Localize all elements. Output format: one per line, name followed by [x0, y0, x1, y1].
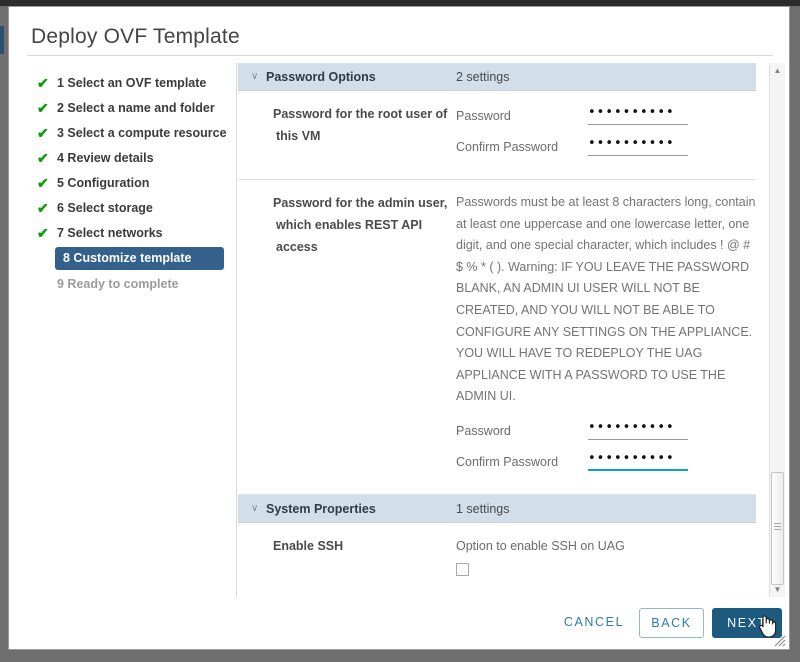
sidebar-item-label: 4 Review details — [57, 151, 154, 165]
password-masked-value: •••••••••• — [588, 136, 675, 151]
window-left-accent — [0, 26, 4, 54]
admin-confirm-password-input[interactable]: •••••••••• — [588, 451, 688, 471]
section-title: Password Options — [266, 70, 376, 84]
sidebar-item-label: 2 Select a name and folder — [57, 101, 215, 115]
sidebar-item-label: 9 Ready to complete — [57, 277, 179, 291]
sidebar-item-ready-to-complete[interactable]: 9 Ready to complete — [27, 273, 236, 295]
sidebar-item-label: 1 Select an OVF template — [57, 76, 207, 90]
sidebar-item-select-networks[interactable]: ✔ 7 Select networks — [27, 222, 236, 244]
password-field-label: Password — [456, 109, 511, 123]
screen-root: Deploy OVF Template ✔ 1 Select an OVF te… — [0, 0, 800, 662]
sidebar-item-select-storage[interactable]: ✔ 6 Select storage — [27, 197, 236, 219]
property-value: Passwords must be at least 8 characters … — [456, 192, 756, 482]
property-label: Enable SSH — [273, 538, 344, 553]
field-row-confirm-password: Confirm Password •••••••••• — [456, 451, 756, 472]
sidebar-item-select-ovf-template[interactable]: ✔ 1 Select an OVF template — [27, 72, 236, 94]
sidebar-item-select-compute-resource[interactable]: ✔ 3 Select a compute resource — [27, 122, 236, 144]
check-icon: ✔ — [37, 75, 49, 91]
scrollbar-thumb[interactable] — [771, 472, 784, 585]
property-label: Password for the admin user, which enabl… — [273, 196, 448, 254]
input-underline — [588, 155, 688, 156]
section-settings-count: 1 settings — [456, 501, 510, 516]
check-icon: ✔ — [37, 225, 49, 241]
input-underline-focused — [588, 468, 688, 471]
field-row-password: Password •••••••••• — [456, 420, 756, 441]
scrollbar-grip-icon — [774, 523, 781, 530]
property-label: Password for the root user of this VM — [273, 107, 448, 143]
sidebar-item-label: 6 Select storage — [57, 201, 153, 215]
sidebar-item-label: 8 Customize template — [63, 251, 192, 265]
sidebar-item-customize-template[interactable]: 8 Customize template — [55, 247, 224, 270]
field-row-password: Password •••••••••• — [456, 105, 756, 126]
scroll-down-arrow-icon[interactable]: ▼ — [770, 582, 785, 597]
section-settings-count: 2 settings — [456, 70, 510, 84]
cancel-button[interactable]: CANCEL — [555, 608, 633, 638]
property-row-root-password: Password for the root user of this VM Pa… — [238, 91, 756, 180]
input-underline — [588, 438, 688, 440]
scroll-up-arrow-icon[interactable]: ▲ — [770, 63, 785, 78]
dialog-footer: CANCEL BACK NEXT — [10, 598, 789, 649]
customize-template-panel: ∨ Password Options 2 settings Password f… — [238, 63, 773, 597]
check-icon: ✔ — [37, 200, 49, 216]
chevron-down-icon: ∨ — [251, 502, 259, 514]
property-value: Password •••••••••• Confirm Password •••… — [456, 103, 756, 167]
password-field-label: Password — [456, 423, 511, 438]
wizard-steps-nav: ✔ 1 Select an OVF template ✔ 2 Select a … — [27, 63, 237, 597]
resize-handle-icon[interactable] — [774, 635, 786, 647]
check-icon: ✔ — [37, 175, 49, 191]
admin-password-description: Passwords must be at least 8 characters … — [456, 195, 756, 404]
admin-password-fields: Password •••••••••• Confirm Password •••… — [456, 420, 756, 472]
section-header-password-options[interactable]: ∨ Password Options 2 settings — [238, 63, 756, 91]
root-confirm-password-input[interactable]: •••••••••• — [588, 136, 688, 156]
sidebar-item-label: 7 Select networks — [57, 226, 163, 240]
field-row-confirm-password: Confirm Password •••••••••• — [456, 136, 756, 157]
property-row-admin-password: Password for the admin user, which enabl… — [238, 180, 756, 495]
sidebar-item-configuration[interactable]: ✔ 5 Configuration — [27, 172, 236, 194]
password-masked-value: •••••••••• — [588, 450, 675, 466]
password-masked-value: •••••••••• — [588, 105, 675, 120]
input-underline — [588, 124, 688, 125]
confirm-password-field-label: Confirm Password — [456, 140, 559, 154]
confirm-password-field-label: Confirm Password — [456, 454, 559, 469]
check-icon: ✔ — [37, 100, 49, 116]
content-scrollbar[interactable]: ▲ ▼ — [769, 63, 785, 597]
root-password-input[interactable]: •••••••••• — [588, 105, 688, 125]
sidebar-item-label: 5 Configuration — [57, 176, 150, 190]
root-password-fields: Password •••••••••• Confirm Password •••… — [456, 105, 756, 157]
properties-list: ∨ Password Options 2 settings Password f… — [238, 63, 756, 595]
admin-password-input[interactable]: •••••••••• — [588, 420, 688, 440]
next-button[interactable]: NEXT — [712, 608, 782, 638]
deploy-ovf-dialog: Deploy OVF Template ✔ 1 Select an OVF te… — [8, 6, 790, 650]
title-divider — [27, 55, 773, 56]
chevron-down-icon: ∨ — [251, 71, 259, 82]
property-value: Option to enable SSH on UAG — [456, 535, 756, 583]
enable-ssh-description: Option to enable SSH on UAG — [456, 538, 625, 553]
sidebar-item-label: 3 Select a compute resource — [57, 126, 227, 140]
section-header-system-properties[interactable]: ∨ System Properties 1 settings — [238, 494, 756, 523]
sidebar-item-select-name-folder[interactable]: ✔ 2 Select a name and folder — [27, 97, 236, 119]
page-title: Deploy OVF Template — [31, 25, 240, 48]
sidebar-item-review-details[interactable]: ✔ 4 Review details — [27, 147, 236, 169]
property-row-enable-ssh: Enable SSH Option to enable SSH on UAG — [238, 523, 756, 595]
password-masked-value: •••••••••• — [588, 419, 675, 435]
check-icon: ✔ — [37, 125, 49, 141]
section-title: System Properties — [266, 501, 376, 516]
enable-ssh-checkbox[interactable] — [456, 562, 469, 576]
check-icon: ✔ — [37, 150, 49, 166]
back-button[interactable]: BACK — [639, 608, 704, 638]
